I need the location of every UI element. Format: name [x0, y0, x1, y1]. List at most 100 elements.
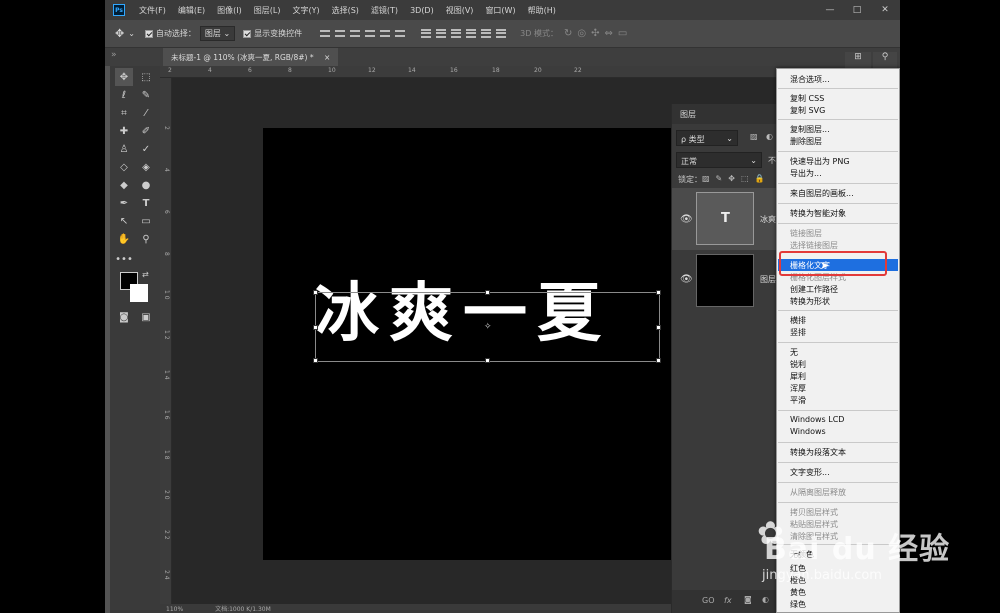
- link-layers-icon[interactable]: GO: [702, 596, 715, 605]
- menu-view[interactable]: 视图(V): [446, 5, 474, 16]
- visibility-eye-icon[interactable]: 👁: [680, 274, 693, 285]
- hand-tool-icon[interactable]: ✋: [115, 230, 133, 248]
- close-window-button[interactable]: ✕: [875, 2, 895, 18]
- distribute-vcenter-icon[interactable]: [436, 29, 447, 39]
- menu-layer[interactable]: 图层(L): [254, 5, 281, 16]
- context-menu-item[interactable]: 文字变形...: [790, 467, 830, 478]
- transform-handle-t[interactable]: [485, 290, 490, 295]
- fx-icon[interactable]: fx: [724, 596, 732, 605]
- align-bottom-icon[interactable]: [350, 29, 361, 39]
- doc-info[interactable]: 文档:1000 K/1.30M: [215, 606, 271, 613]
- healing-brush-icon[interactable]: ✚: [115, 122, 133, 140]
- auto-select-checkbox[interactable]: [144, 29, 153, 38]
- context-menu-item[interactable]: 来自图层的画板...: [790, 188, 854, 199]
- dodge-tool-icon[interactable]: ●: [137, 176, 155, 194]
- history-brush-icon[interactable]: ✓: [137, 140, 155, 158]
- context-menu-item[interactable]: 删除图层: [790, 136, 822, 147]
- context-menu-item[interactable]: 复制 SVG: [790, 105, 825, 116]
- layer-filter-select[interactable]: ρ 类型 ⌄: [676, 130, 738, 146]
- align-left-icon[interactable]: [365, 29, 376, 39]
- context-menu-item[interactable]: 横排: [790, 315, 806, 326]
- blend-mode-select[interactable]: 正常 ⌄: [676, 152, 762, 168]
- transform-handle-r[interactable]: [656, 325, 661, 330]
- scale-3d-icon[interactable]: ▭: [618, 28, 627, 39]
- maximize-button[interactable]: □: [847, 2, 867, 18]
- move-tool-icon[interactable]: ✥: [115, 68, 133, 86]
- context-menu-item[interactable]: 创建工作路径: [790, 284, 838, 295]
- align-hcenter-icon[interactable]: [380, 29, 391, 39]
- rectangle-tool-icon[interactable]: ▭: [137, 212, 155, 230]
- context-menu-item[interactable]: 转换为段落文本: [790, 447, 846, 458]
- text-layer-name[interactable]: 冰爽: [760, 214, 776, 225]
- swap-colors-icon[interactable]: ⇄: [142, 270, 149, 279]
- auto-select-dropdown[interactable]: 图层 ⌄: [199, 26, 236, 41]
- transform-handle-b[interactable]: [485, 358, 490, 363]
- orbit-3d-icon[interactable]: ↻: [564, 28, 572, 39]
- context-menu-item[interactable]: 绿色: [790, 599, 806, 610]
- context-menu-item[interactable]: 浑厚: [790, 383, 806, 394]
- zoom-tool-icon[interactable]: ⚲: [137, 230, 155, 248]
- quick-select-tool-icon[interactable]: ✎: [137, 86, 155, 104]
- background-color-swatch[interactable]: [130, 284, 148, 302]
- move-tool-icon[interactable]: ✥: [115, 27, 124, 40]
- distribute-hcenter-icon[interactable]: [481, 29, 492, 39]
- menu-type[interactable]: 文字(Y): [292, 5, 319, 16]
- context-menu-item[interactable]: Windows: [790, 427, 826, 436]
- distribute-left-icon[interactable]: [466, 29, 477, 39]
- zoom-level[interactable]: 110%: [166, 606, 183, 613]
- context-menu-item[interactable]: 快速导出为 PNG: [790, 156, 850, 167]
- screen-mode-icon[interactable]: ▣: [137, 308, 155, 326]
- distribute-bottom-icon[interactable]: [451, 29, 462, 39]
- lasso-tool-icon[interactable]: ℓ: [115, 86, 133, 104]
- pen-tool-icon[interactable]: ✒: [115, 194, 133, 212]
- distribute-right-icon[interactable]: [496, 29, 507, 39]
- align-vcenter-icon[interactable]: [335, 29, 346, 39]
- context-menu-item[interactable]: 转换为形状: [790, 296, 830, 307]
- eraser-tool-icon[interactable]: ◇: [115, 158, 133, 176]
- context-menu-item[interactable]: 无: [790, 347, 798, 358]
- clone-stamp-icon[interactable]: ♙: [115, 140, 133, 158]
- context-menu-item[interactable]: 平滑: [790, 395, 806, 406]
- adjustment-layer-icon[interactable]: ◐: [762, 595, 769, 604]
- transform-handle-tr[interactable]: [656, 290, 661, 295]
- show-transform-checkbox[interactable]: [243, 29, 252, 38]
- visibility-eye-icon[interactable]: 👁: [680, 214, 693, 225]
- menu-image[interactable]: 图像(I): [217, 5, 242, 16]
- transform-handle-tl[interactable]: [313, 290, 318, 295]
- menu-edit[interactable]: 编辑(E): [178, 5, 205, 16]
- context-menu-item[interactable]: 复制图层...: [790, 124, 830, 135]
- align-right-icon[interactable]: [395, 29, 406, 39]
- pan-3d-icon[interactable]: ✣: [591, 28, 599, 39]
- minimize-button[interactable]: —: [820, 2, 840, 18]
- transform-handle-l[interactable]: [313, 325, 318, 330]
- context-menu-item[interactable]: 导出为...: [790, 168, 822, 179]
- distribute-top-icon[interactable]: [421, 29, 432, 39]
- menu-select[interactable]: 选择(S): [332, 5, 359, 16]
- document-tab[interactable]: 未标题-1 @ 110% (冰爽一夏, RGB/8#) * ×: [163, 48, 339, 66]
- add-mask-icon[interactable]: ◙: [744, 595, 752, 604]
- lock-options-icon[interactable]: ▨✎✥⬚🔒: [702, 174, 770, 183]
- context-menu-item[interactable]: 锐利: [790, 359, 806, 370]
- context-menu-item[interactable]: 犀利: [790, 371, 806, 382]
- context-menu-item[interactable]: 转换为智能对象: [790, 208, 846, 219]
- menu-filter[interactable]: 滤镜(T): [371, 5, 398, 16]
- type-tool-icon[interactable]: T: [137, 194, 155, 212]
- filter-adjust-icon[interactable]: ◐: [766, 132, 773, 141]
- close-tab-icon[interactable]: ×: [324, 53, 330, 62]
- eyedropper-tool-icon[interactable]: ⁄: [137, 104, 155, 122]
- transform-handle-bl[interactable]: [313, 358, 318, 363]
- context-menu-item[interactable]: 混合选项...: [790, 74, 830, 85]
- paint-bucket-icon[interactable]: ◈: [137, 158, 155, 176]
- background-layer-name[interactable]: 图层: [760, 274, 776, 285]
- context-menu-item[interactable]: 竖排: [790, 327, 806, 338]
- context-menu-item[interactable]: 复制 CSS: [790, 93, 824, 104]
- blur-tool-icon[interactable]: ◆: [115, 176, 133, 194]
- chevron-down-icon[interactable]: ⌄: [128, 29, 135, 38]
- brush-tool-icon[interactable]: ✐: [137, 122, 155, 140]
- filter-image-icon[interactable]: ▨: [750, 132, 758, 141]
- collapse-arrows-icon[interactable]: »: [111, 50, 117, 60]
- quick-mask-icon[interactable]: ◙: [115, 308, 133, 326]
- menu-file[interactable]: 文件(F): [139, 5, 166, 16]
- menu-window[interactable]: 窗口(W): [485, 5, 515, 16]
- roll-3d-icon[interactable]: ◎: [577, 28, 586, 39]
